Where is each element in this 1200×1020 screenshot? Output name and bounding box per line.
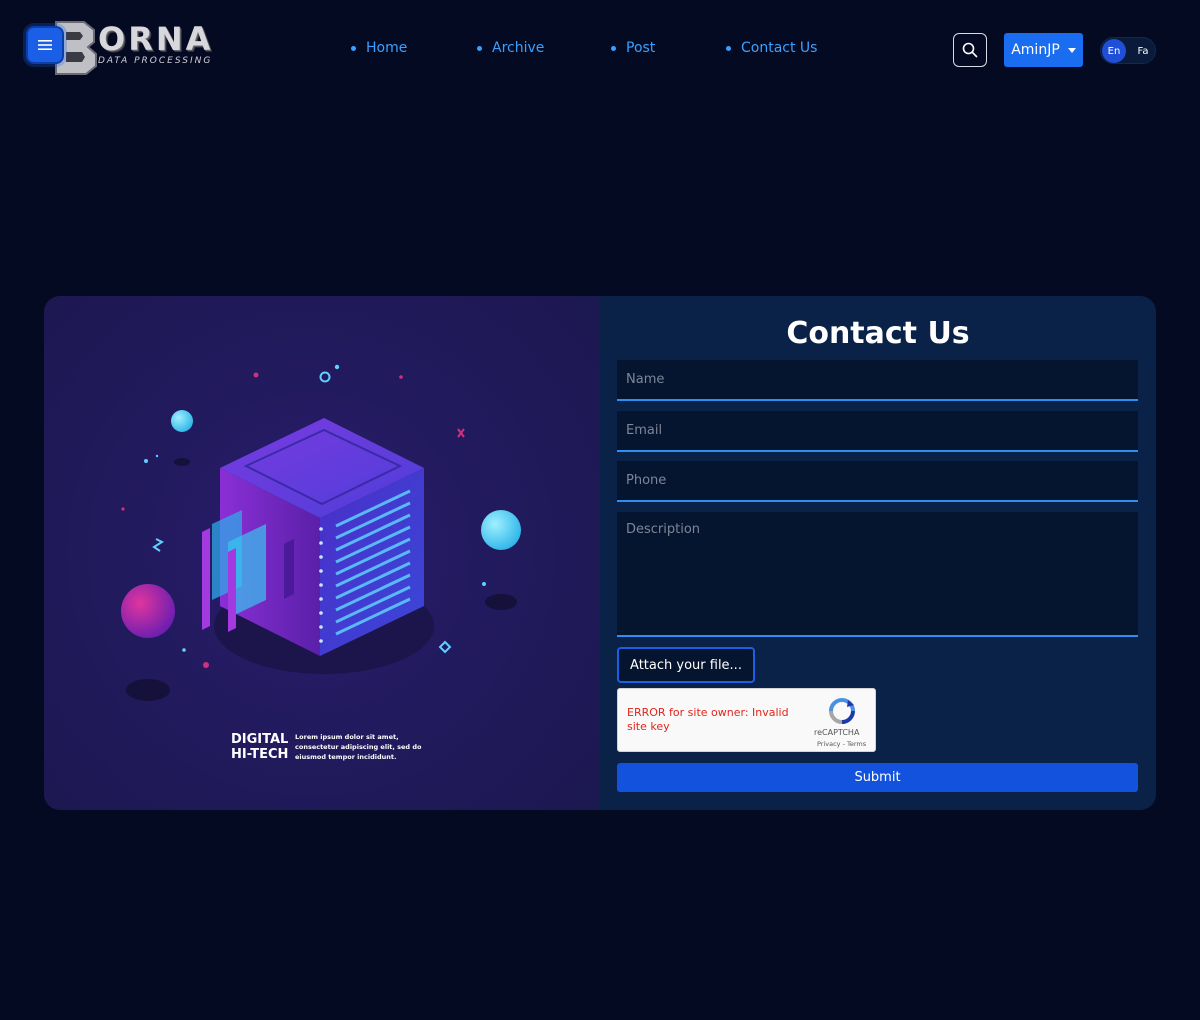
search-button[interactable]: [953, 33, 987, 67]
recaptcha-label: reCAPTCHA: [814, 728, 860, 737]
bullet-icon: [726, 45, 731, 51]
nav-item-label: Contact Us: [741, 40, 818, 56]
nav-item-label: Post: [626, 40, 656, 56]
menu-button[interactable]: [26, 26, 64, 64]
email-field[interactable]: [617, 411, 1138, 452]
nav-item-label: Home: [366, 40, 408, 56]
artwork-caption: Lorem ipsum dolor sit amet, consectetur …: [295, 733, 422, 761]
nav-item-contact-us[interactable]: Contact Us: [726, 40, 817, 56]
search-icon: [962, 42, 978, 58]
submit-button[interactable]: Submit: [617, 763, 1138, 792]
brand-logo[interactable]: ORNA DATA PROCESSING: [52, 18, 212, 78]
lang-fa-toggle[interactable]: Fa: [1133, 39, 1153, 63]
recaptcha-terms-link[interactable]: Privacy - Terms: [817, 740, 866, 748]
page-title: Contact Us: [786, 316, 970, 351]
recaptcha-widget[interactable]: ERROR for site owner: Invalid site key r…: [617, 688, 876, 752]
contact-form-panel: Contact Us Attach your file... ERROR for…: [600, 296, 1156, 810]
artwork-title-line: HI-TECH: [231, 747, 289, 762]
brand-tagline: DATA PROCESSING: [98, 56, 213, 66]
user-name: AminJP: [1011, 42, 1060, 58]
bullet-icon: [351, 45, 356, 51]
bullet-icon: [477, 45, 482, 51]
site-header: ORNA DATA PROCESSING Home Archive Post C…: [0, 0, 1200, 100]
artwork-title: DIGITAL HI-TECH: [231, 732, 288, 762]
nav-item-home[interactable]: Home: [351, 40, 407, 56]
bullet-icon: [611, 45, 616, 51]
nav-item-post[interactable]: Post: [611, 40, 655, 56]
name-field[interactable]: [617, 360, 1138, 401]
attach-file-button[interactable]: Attach your file...: [617, 647, 755, 683]
recaptcha-error: ERROR for site owner: Invalid site key: [627, 706, 789, 733]
contact-card: DIGITAL HI-TECH Lorem ipsum dolor sit am…: [44, 296, 1156, 810]
nav-item-archive[interactable]: Archive: [477, 40, 544, 56]
phone-field[interactable]: [617, 461, 1138, 502]
lang-en-toggle[interactable]: En: [1102, 39, 1126, 63]
caret-down-icon: [1067, 47, 1076, 53]
user-menu-button[interactable]: AminJP: [1004, 33, 1083, 67]
hero-illustration-panel: DIGITAL HI-TECH Lorem ipsum dolor sit am…: [44, 296, 600, 810]
hamburger-icon: [38, 40, 52, 50]
brand-name: ORNA: [98, 20, 214, 58]
recaptcha-icon: [829, 698, 855, 724]
nav-item-label: Archive: [492, 40, 545, 56]
language-switcher: En Fa: [1100, 37, 1156, 64]
description-field[interactable]: [617, 512, 1138, 637]
artwork-title-line: DIGITAL: [231, 732, 289, 747]
